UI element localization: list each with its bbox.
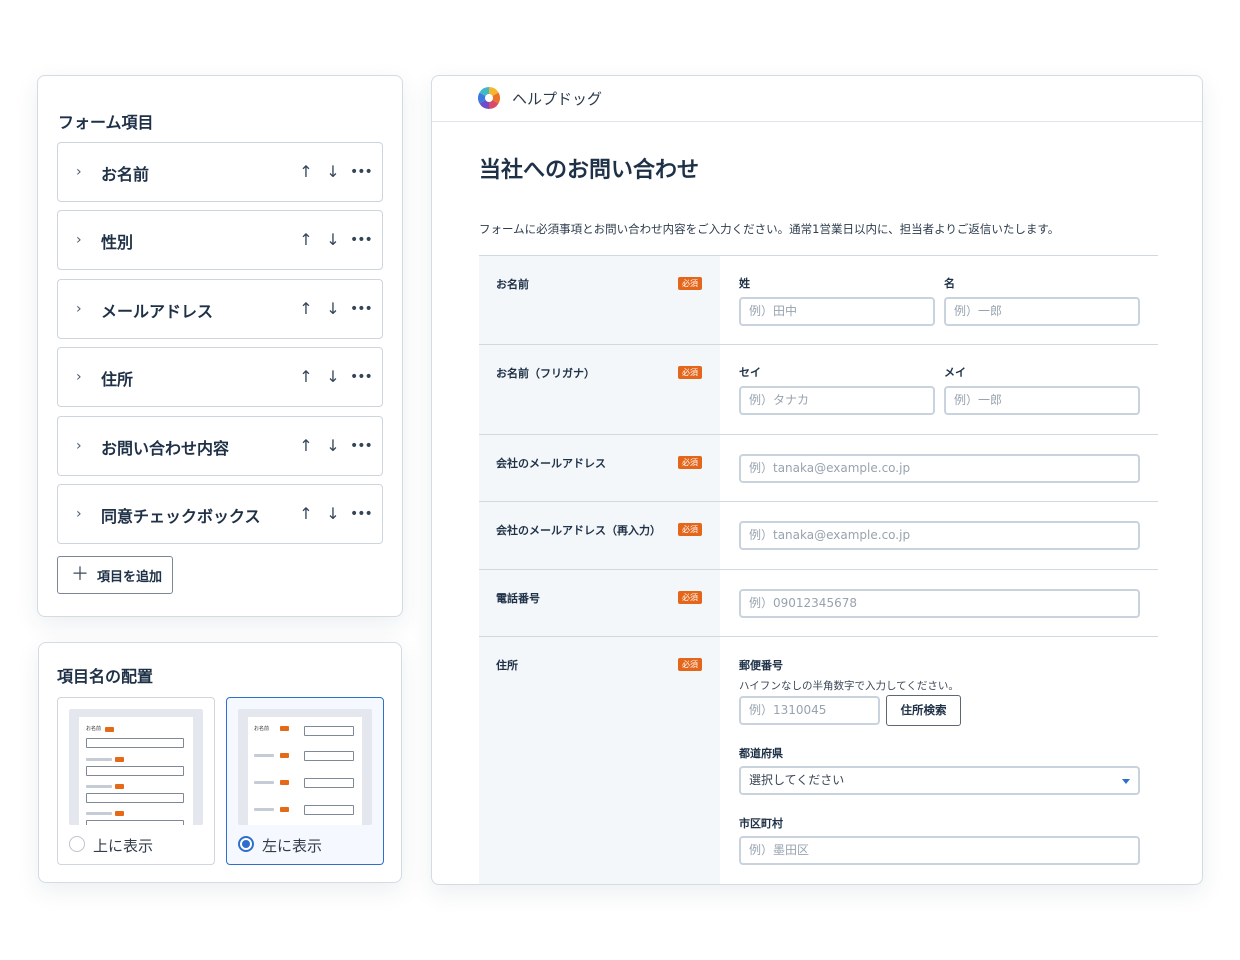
arrow-up-icon[interactable]: ↑ — [296, 297, 316, 321]
window-header: ヘルプドッグ — [432, 76, 1202, 122]
form-row-email: 会社のメールアドレス 必須 例）tanaka@example.co.jp — [479, 434, 1158, 501]
field-item-consent[interactable]: › 同意チェックボックス ↑ ↓ ••• — [57, 484, 383, 544]
city-label: 市区町村 — [739, 817, 783, 830]
field-item-label: 性別 — [101, 233, 134, 252]
fields-panel-title: フォーム項目 — [58, 113, 154, 132]
arrow-up-icon[interactable]: ↑ — [296, 160, 316, 184]
app-logo-icon — [478, 87, 500, 109]
chevron-right-icon[interactable]: › — [76, 436, 88, 456]
arrow-up-icon[interactable]: ↑ — [296, 434, 316, 458]
zip-input[interactable]: 例）1310045 — [739, 696, 880, 725]
form-table: お名前 必須 姓 例）田中 名 例）一郎 お名前（フリガナ） 必須 セイ 例）タ… — [479, 255, 1158, 884]
thumb-label: お名前 — [86, 726, 102, 732]
zip-label: 郵便番号 — [739, 659, 783, 672]
arrow-down-icon[interactable]: ↓ — [323, 160, 343, 184]
field-item-email[interactable]: › メールアドレス ↑ ↓ ••• — [57, 279, 383, 339]
label-placement-panel: 項目名の配置 お名前 上に表示 お名前 左に表示 — [38, 642, 402, 883]
form-title: 当社へのお問い合わせ — [479, 158, 700, 183]
row-label: 会社のメールアドレス（再入力） — [496, 524, 661, 537]
prefecture-select[interactable]: 選択してください — [739, 766, 1140, 795]
chevron-right-icon[interactable]: › — [76, 162, 88, 182]
more-horizontal-icon[interactable]: ••• — [350, 228, 373, 252]
prefecture-label: 都道府県 — [739, 747, 783, 760]
app-name: ヘルプドッグ — [512, 90, 603, 108]
zip-hint: ハイフンなしの半角数字で入力してください。 — [739, 680, 959, 692]
email-input[interactable]: 例）tanaka@example.co.jp — [739, 454, 1140, 483]
chevron-right-icon[interactable]: › — [76, 299, 88, 319]
arrow-down-icon[interactable]: ↓ — [323, 434, 343, 458]
row-label: お名前 — [496, 278, 529, 291]
form-fields-panel: フォーム項目 › お名前 ↑ ↓ ••• › 性別 ↑ ↓ ••• › メールア… — [37, 75, 403, 617]
option-label: 上に表示 — [93, 837, 154, 855]
required-badge: 必須 — [678, 658, 702, 671]
row-label: 電話番号 — [496, 592, 540, 605]
plus-icon: ＋ — [71, 564, 89, 585]
row-label: 住所 — [496, 659, 518, 672]
arrow-up-icon[interactable]: ↑ — [296, 502, 316, 526]
last-name-input[interactable]: 例）田中 — [739, 297, 935, 326]
last-name-label: 姓 — [739, 277, 750, 290]
radio-button[interactable] — [69, 836, 85, 852]
field-item-label: 住所 — [101, 370, 134, 389]
arrow-down-icon[interactable]: ↓ — [323, 365, 343, 389]
first-name-input[interactable]: 例）一郎 — [944, 297, 1140, 326]
prefecture-value: 選択してください — [749, 773, 845, 787]
arrow-up-icon[interactable]: ↑ — [296, 365, 316, 389]
caret-down-icon — [1122, 779, 1130, 784]
placement-option-left[interactable]: お名前 左に表示 — [226, 697, 384, 865]
required-badge: 必須 — [678, 456, 702, 469]
field-item-inquiry[interactable]: › お問い合わせ内容 ↑ ↓ ••• — [57, 416, 383, 476]
field-item-label: お問い合わせ内容 — [101, 439, 230, 458]
more-horizontal-icon[interactable]: ••• — [350, 365, 373, 389]
required-badge: 必須 — [678, 591, 702, 604]
first-name-kana-label: メイ — [944, 366, 966, 379]
field-item-gender[interactable]: › 性別 ↑ ↓ ••• — [57, 210, 383, 270]
form-row-address: 住所 必須 郵便番号 ハイフンなしの半角数字で入力してください。 例）13100… — [479, 636, 1158, 884]
option-label: 左に表示 — [262, 837, 323, 855]
field-item-name[interactable]: › お名前 ↑ ↓ ••• — [57, 142, 383, 202]
phone-input[interactable]: 例）09012345678 — [739, 589, 1140, 618]
form-row-email-confirm: 会社のメールアドレス（再入力） 必須 例）tanaka@example.co.j… — [479, 501, 1158, 569]
zip-search-button[interactable]: 住所検索 — [886, 695, 961, 726]
chevron-right-icon[interactable]: › — [76, 230, 88, 250]
more-horizontal-icon[interactable]: ••• — [350, 434, 373, 458]
form-description: フォームに必須事項とお問い合わせ内容をご入力ください。通常1営業日以内に、担当者… — [479, 222, 1060, 236]
field-item-label: お名前 — [101, 165, 150, 184]
more-horizontal-icon[interactable]: ••• — [350, 502, 373, 526]
email-confirm-input[interactable]: 例）tanaka@example.co.jp — [739, 521, 1140, 550]
placement-option-top[interactable]: お名前 上に表示 — [57, 697, 215, 865]
arrow-down-icon[interactable]: ↓ — [323, 502, 343, 526]
layout-left-thumbnail: お名前 — [238, 709, 372, 825]
required-badge: 必須 — [678, 277, 702, 290]
arrow-down-icon[interactable]: ↓ — [323, 297, 343, 321]
row-label: お名前（フリガナ） — [496, 367, 595, 380]
field-item-label: メールアドレス — [101, 302, 214, 321]
form-row-phone: 電話番号 必須 例）09012345678 — [479, 569, 1158, 636]
chevron-right-icon[interactable]: › — [76, 367, 88, 387]
form-row-name: お名前 必須 姓 例）田中 名 例）一郎 — [479, 255, 1158, 344]
last-name-kana-label: セイ — [739, 366, 761, 379]
first-name-label: 名 — [944, 277, 955, 290]
last-name-kana-input[interactable]: 例）タナカ — [739, 386, 935, 415]
add-item-button[interactable]: ＋ 項目を追加 — [57, 556, 173, 594]
form-preview-window: ヘルプドッグ 当社へのお問い合わせ フォームに必須事項とお問い合わせ内容をご入力… — [431, 75, 1203, 885]
arrow-down-icon[interactable]: ↓ — [323, 228, 343, 252]
first-name-kana-input[interactable]: 例）一郎 — [944, 386, 1140, 415]
required-badge: 必須 — [678, 523, 702, 536]
thumb-label: お名前 — [254, 726, 270, 732]
form-row-kana: お名前（フリガナ） 必須 セイ 例）タナカ メイ 例）一郎 — [479, 344, 1158, 434]
arrow-up-icon[interactable]: ↑ — [296, 228, 316, 252]
add-item-label: 項目を追加 — [97, 569, 163, 585]
chevron-right-icon[interactable]: › — [76, 504, 88, 524]
more-horizontal-icon[interactable]: ••• — [350, 160, 373, 184]
city-input[interactable]: 例）墨田区 — [739, 836, 1140, 865]
row-label: 会社のメールアドレス — [496, 457, 606, 470]
more-horizontal-icon[interactable]: ••• — [350, 297, 373, 321]
radio-button-selected[interactable] — [238, 836, 254, 852]
field-item-label: 同意チェックボックス — [101, 507, 261, 526]
required-badge: 必須 — [678, 366, 702, 379]
field-item-address[interactable]: › 住所 ↑ ↓ ••• — [57, 347, 383, 407]
layout-top-thumbnail: お名前 — [69, 709, 203, 825]
placement-panel-title: 項目名の配置 — [57, 667, 154, 686]
